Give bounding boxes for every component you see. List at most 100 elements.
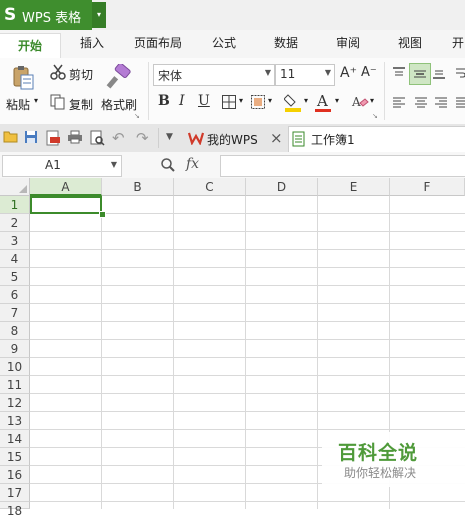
clear-format-dropdown-icon[interactable]: ▾ (370, 96, 374, 105)
row-header-18[interactable]: 18 (0, 502, 30, 518)
column-header-d[interactable]: D (246, 178, 318, 196)
grow-font-button[interactable]: A⁺ (340, 65, 357, 81)
paste-dropdown-icon[interactable]: ▾ (34, 96, 38, 105)
cut-button[interactable]: 剪切 (69, 66, 93, 83)
tab-review[interactable]: 审阅 (336, 34, 360, 51)
wrap-text-icon[interactable] (455, 66, 465, 80)
zoom-search-icon[interactable] (160, 157, 176, 173)
doc-tab-workbook-label: 工作簿1 (311, 133, 355, 147)
fill-color-dropdown-icon[interactable]: ▾ (304, 96, 308, 105)
row-header-8[interactable]: 8 (0, 322, 30, 340)
align-middle-icon[interactable] (409, 63, 431, 85)
cell-reference: A1 (45, 158, 61, 172)
font-size-value: 11 (280, 67, 296, 81)
grid-column-line (101, 196, 102, 509)
tab-start[interactable]: 开始 (0, 33, 61, 59)
print-preview-icon[interactable] (89, 130, 105, 146)
column-header-b[interactable]: B (102, 178, 174, 196)
open-folder-icon[interactable] (3, 130, 19, 144)
app-menu-dropdown-icon[interactable]: ▾ (92, 2, 106, 28)
fill-color-swatch (285, 108, 301, 112)
italic-button[interactable]: I (179, 93, 185, 109)
row-header-7[interactable]: 7 (0, 304, 30, 322)
font-color-dropdown-icon[interactable]: ▾ (335, 96, 339, 105)
formula-input[interactable] (220, 155, 465, 177)
merge-dropdown-icon[interactable]: ▾ (268, 96, 272, 105)
tab-developer[interactable]: 开 (452, 34, 464, 51)
format-painter-icon[interactable] (106, 64, 132, 90)
grid-row-line (30, 249, 465, 250)
fill-color-icon[interactable] (284, 92, 302, 112)
app-menu-button[interactable]: S WPS 表格 (0, 0, 92, 30)
column-header-e[interactable]: E (318, 178, 390, 196)
grid-column-line (317, 196, 318, 509)
redo-icon[interactable]: ↷ (136, 129, 149, 147)
clipboard-launcher-icon[interactable]: ↘ (134, 112, 140, 120)
tab-view[interactable]: 视图 (398, 34, 422, 51)
font-launcher-icon[interactable]: ↘ (372, 112, 378, 120)
paste-icon[interactable] (10, 64, 36, 92)
svg-text:A: A (351, 95, 361, 109)
scissors-icon[interactable] (50, 64, 66, 80)
print-icon[interactable] (67, 130, 83, 144)
row-header-1[interactable]: 1 (0, 196, 30, 214)
shrink-font-button[interactable]: A⁻ (361, 65, 377, 80)
select-all-corner[interactable] (0, 178, 30, 196)
align-left-icon[interactable] (392, 96, 406, 110)
merge-cells-icon[interactable] (250, 94, 266, 110)
selected-cell-a1[interactable] (30, 196, 102, 214)
row-header-13[interactable]: 13 (0, 412, 30, 430)
export-pdf-icon[interactable] (45, 130, 61, 146)
borders-icon[interactable] (221, 94, 237, 110)
row-header-16[interactable]: 16 (0, 466, 30, 484)
format-painter-button[interactable]: 格式刷 (101, 96, 137, 113)
ribbon-divider (384, 62, 385, 120)
tab-data[interactable]: 数据 (274, 34, 298, 51)
copy-icon[interactable] (50, 94, 66, 110)
underline-button[interactable]: U (198, 93, 210, 109)
align-bottom-icon[interactable] (432, 66, 446, 80)
undo-icon[interactable]: ↶ (112, 129, 125, 147)
doc-tab-my-wps[interactable]: 我的WPS (207, 131, 258, 148)
close-tab-icon[interactable]: × (270, 129, 283, 147)
tab-page-layout[interactable]: 页面布局 (134, 34, 182, 51)
customize-toolbar-icon[interactable]: ▼ (166, 132, 173, 142)
column-header-a[interactable]: A (30, 178, 102, 196)
align-center-icon[interactable] (414, 96, 428, 110)
column-header-f[interactable]: F (390, 178, 465, 196)
save-icon[interactable] (24, 130, 38, 144)
font-color-button[interactable]: A (317, 92, 328, 110)
row-header-10[interactable]: 10 (0, 358, 30, 376)
row-header-3[interactable]: 3 (0, 232, 30, 250)
row-header-14[interactable]: 14 (0, 430, 30, 448)
app-name: WPS 表格 (22, 11, 82, 26)
font-name-select[interactable]: 宋体 ▼ (153, 64, 275, 86)
wps-w-logo-icon (188, 131, 204, 145)
insert-function-button[interactable]: fx (186, 156, 199, 172)
paste-button-label[interactable]: 粘贴 (6, 96, 30, 113)
row-header-17[interactable]: 17 (0, 484, 30, 502)
column-header-c[interactable]: C (174, 178, 246, 196)
tab-formulas[interactable]: 公式 (212, 34, 236, 51)
copy-button[interactable]: 复制 (69, 96, 93, 113)
row-header-11[interactable]: 11 (0, 376, 30, 394)
row-header-12[interactable]: 12 (0, 394, 30, 412)
tab-insert[interactable]: 插入 (80, 34, 104, 51)
row-header-15[interactable]: 15 (0, 448, 30, 466)
borders-dropdown-icon[interactable]: ▾ (239, 96, 243, 105)
font-size-select[interactable]: 11 ▼ (275, 64, 335, 86)
row-header-6[interactable]: 6 (0, 286, 30, 304)
row-header-4[interactable]: 4 (0, 250, 30, 268)
grid-row-line (30, 357, 465, 358)
row-header-2[interactable]: 2 (0, 214, 30, 232)
justify-icon[interactable] (455, 96, 465, 110)
fill-handle[interactable] (99, 211, 106, 218)
grid-row-line (30, 231, 465, 232)
name-box[interactable]: A1 ▼ (2, 155, 122, 177)
align-top-icon[interactable] (392, 66, 406, 80)
row-header-9[interactable]: 9 (0, 340, 30, 358)
align-right-icon[interactable] (434, 96, 448, 110)
row-header-5[interactable]: 5 (0, 268, 30, 286)
clear-format-icon[interactable]: A (351, 93, 369, 111)
bold-button[interactable]: B (158, 93, 170, 109)
